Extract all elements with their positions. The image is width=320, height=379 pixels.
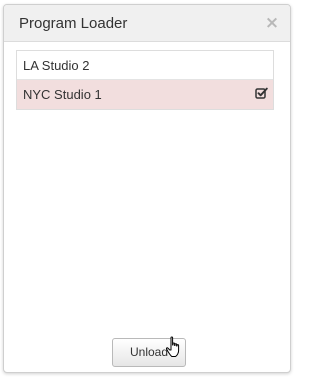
list-item-la-studio-2[interactable]: LA Studio 2 xyxy=(17,51,273,80)
unload-button[interactable]: Unload xyxy=(112,338,186,367)
close-icon[interactable]: × xyxy=(264,14,280,32)
list-item-label: NYC Studio 1 xyxy=(23,87,102,102)
program-list: LA Studio 2 NYC Studio 1 xyxy=(16,50,274,110)
dialog-title: Program Loader xyxy=(19,15,128,32)
dialog-titlebar: Program Loader × xyxy=(4,5,290,42)
list-item-label: LA Studio 2 xyxy=(23,58,90,73)
program-loader-dialog: Program Loader × LA Studio 2 NYC Studio … xyxy=(3,4,291,373)
checked-box-icon xyxy=(255,87,268,99)
list-item-nyc-studio-1[interactable]: NYC Studio 1 xyxy=(17,80,273,109)
